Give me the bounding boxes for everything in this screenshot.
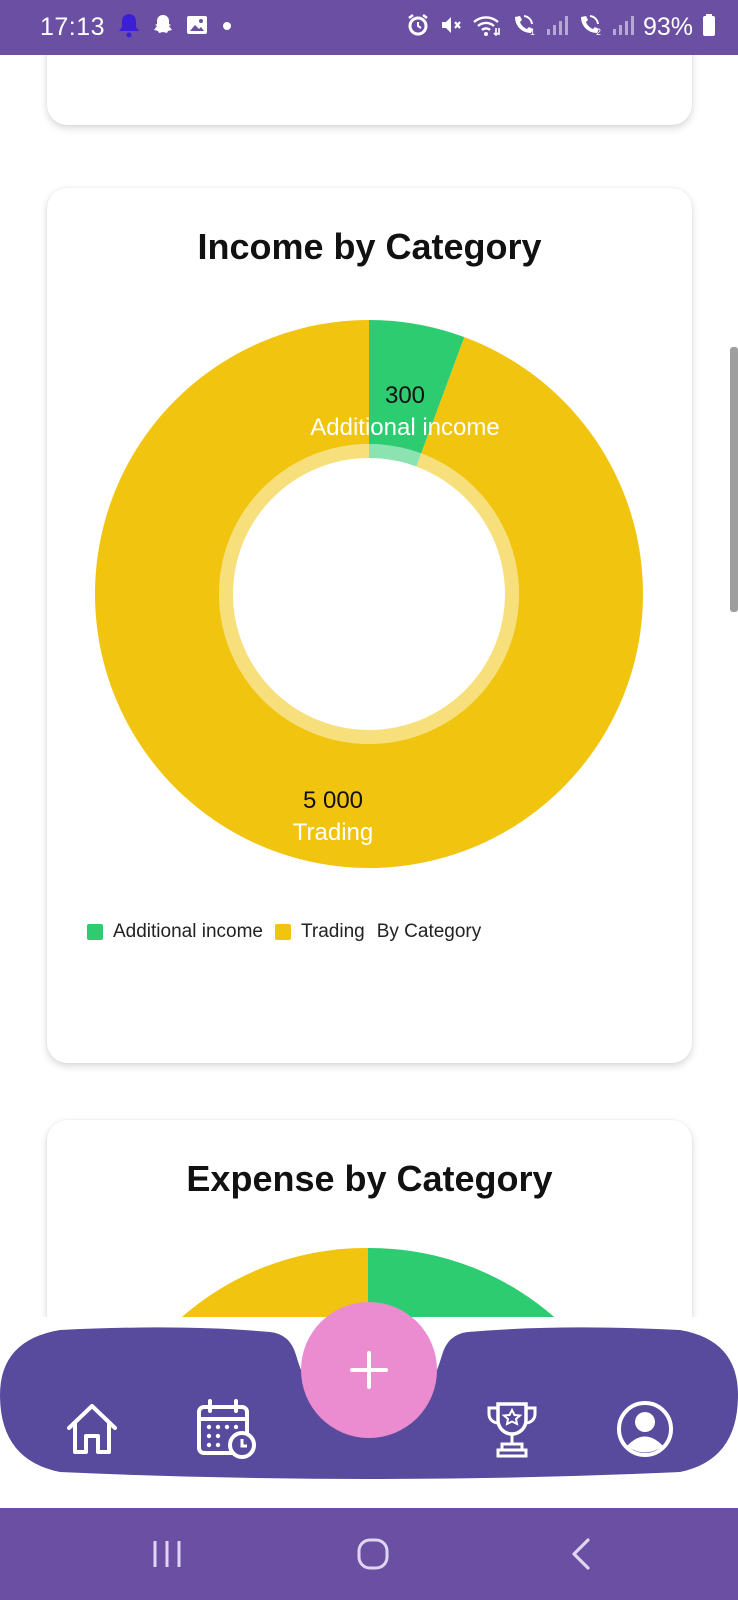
legend-item-additional-income[interactable]: Additional income — [87, 921, 263, 943]
trophy-icon — [487, 1402, 537, 1458]
notification-bell-icon — [117, 12, 141, 43]
status-left-icons — [117, 12, 235, 43]
alarm-icon — [406, 13, 430, 42]
back-button[interactable] — [536, 1508, 626, 1600]
legend-label: Additional income — [113, 921, 263, 942]
recent-apps-button[interactable] — [122, 1508, 212, 1600]
recent-apps-icon — [153, 1541, 181, 1567]
slice-value-label: 300 — [385, 382, 425, 409]
screen: 17:13 1 2 93% Income by Category 300 Add… — [0, 0, 738, 1600]
nav-profile-button[interactable] — [612, 1396, 678, 1462]
battery-percent: 93% — [642, 13, 693, 41]
legend-item-trading[interactable]: Trading — [274, 921, 365, 943]
income-by-category-card: Income by Category 300 Additional income 5… — [47, 188, 692, 1063]
legend-title: By Category — [376, 921, 482, 942]
svg-text:2: 2 — [596, 27, 601, 37]
nav-trophy-button[interactable] — [479, 1396, 545, 1462]
status-bar: 17:13 1 2 93% — [0, 0, 738, 55]
income-card-title: Income by Category — [197, 226, 542, 267]
expense-card-title: Expense by Category — [186, 1158, 553, 1199]
slice-category-label: Trading — [293, 819, 373, 846]
slice-category-label: Additional income — [310, 414, 499, 441]
profile-icon — [617, 1401, 673, 1457]
wifi-call-2-icon: 2 — [577, 13, 603, 42]
snapchat-icon — [151, 13, 175, 42]
add-button[interactable] — [301, 1302, 437, 1438]
svg-text:1: 1 — [530, 27, 535, 37]
system-home-button[interactable] — [328, 1508, 418, 1600]
donut-inner-ring-segment — [219, 444, 520, 744]
nav-home-button[interactable] — [59, 1396, 125, 1462]
battery-icon — [702, 13, 716, 42]
previous-card — [47, 55, 692, 125]
legend-swatch-trading — [274, 924, 291, 940]
legend-swatch-additional-income — [87, 924, 103, 940]
income-donut-chart: 300 Additional income 5 000 Trading — [95, 320, 644, 868]
signal-1-icon — [546, 13, 568, 42]
signal-2-icon — [612, 13, 634, 42]
status-time: 17:13 — [40, 13, 106, 41]
calendar-icon — [197, 1399, 256, 1459]
system-nav-bar — [0, 1508, 738, 1600]
plus-icon — [350, 1351, 388, 1389]
wifi-call-1-icon: 1 — [511, 13, 537, 42]
wifi-icon — [472, 13, 502, 42]
back-icon — [572, 1538, 590, 1570]
nav-calendar-button[interactable] — [193, 1396, 259, 1462]
expense-by-category-card: Expense by Category — [47, 1120, 692, 1317]
income-legend: Additional income Trading By Category — [87, 921, 481, 943]
status-right-icons: 1 2 93% — [406, 13, 716, 42]
slice-value-label: 5 000 — [303, 787, 363, 814]
home-circle-icon — [357, 1538, 389, 1570]
dot-icon — [219, 17, 235, 38]
scrollbar[interactable] — [730, 347, 738, 612]
legend-label: Trading — [300, 921, 365, 942]
home-icon — [67, 1404, 117, 1454]
mute-icon — [439, 13, 463, 42]
dashboard-content[interactable]: Income by Category 300 Additional income 5… — [0, 55, 738, 1317]
gallery-icon — [185, 13, 209, 42]
